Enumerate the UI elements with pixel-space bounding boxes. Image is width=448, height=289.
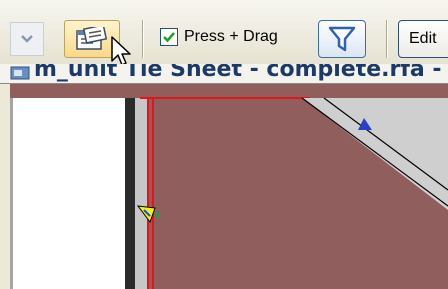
dark-wall-strip xyxy=(125,98,135,289)
toolbar-separator xyxy=(142,20,144,58)
dropdown-arrow-icon xyxy=(21,35,33,43)
document-title-bar: m_unit Tie Sheet - complete.rfa - S xyxy=(0,64,448,84)
filter-icon xyxy=(328,26,356,52)
type-selector-dropdown[interactable] xyxy=(10,22,44,56)
document-title: m_unit Tie Sheet - complete.rfa - S xyxy=(34,64,448,82)
edit-button[interactable]: Edit xyxy=(398,20,448,58)
checkbox-check-icon xyxy=(163,32,175,43)
press-drag-option[interactable]: Press + Drag xyxy=(160,28,278,46)
toolbar: Press + Drag Edit xyxy=(0,0,448,66)
press-drag-label: Press + Drag xyxy=(184,28,278,45)
document-icon xyxy=(10,66,30,80)
properties-icon xyxy=(76,27,108,50)
drawing-canvas xyxy=(125,97,448,289)
grey-wall-strip xyxy=(135,98,148,289)
toolbar-separator xyxy=(386,20,388,58)
filter-button[interactable] xyxy=(318,20,366,58)
press-drag-checkbox[interactable] xyxy=(160,28,178,46)
